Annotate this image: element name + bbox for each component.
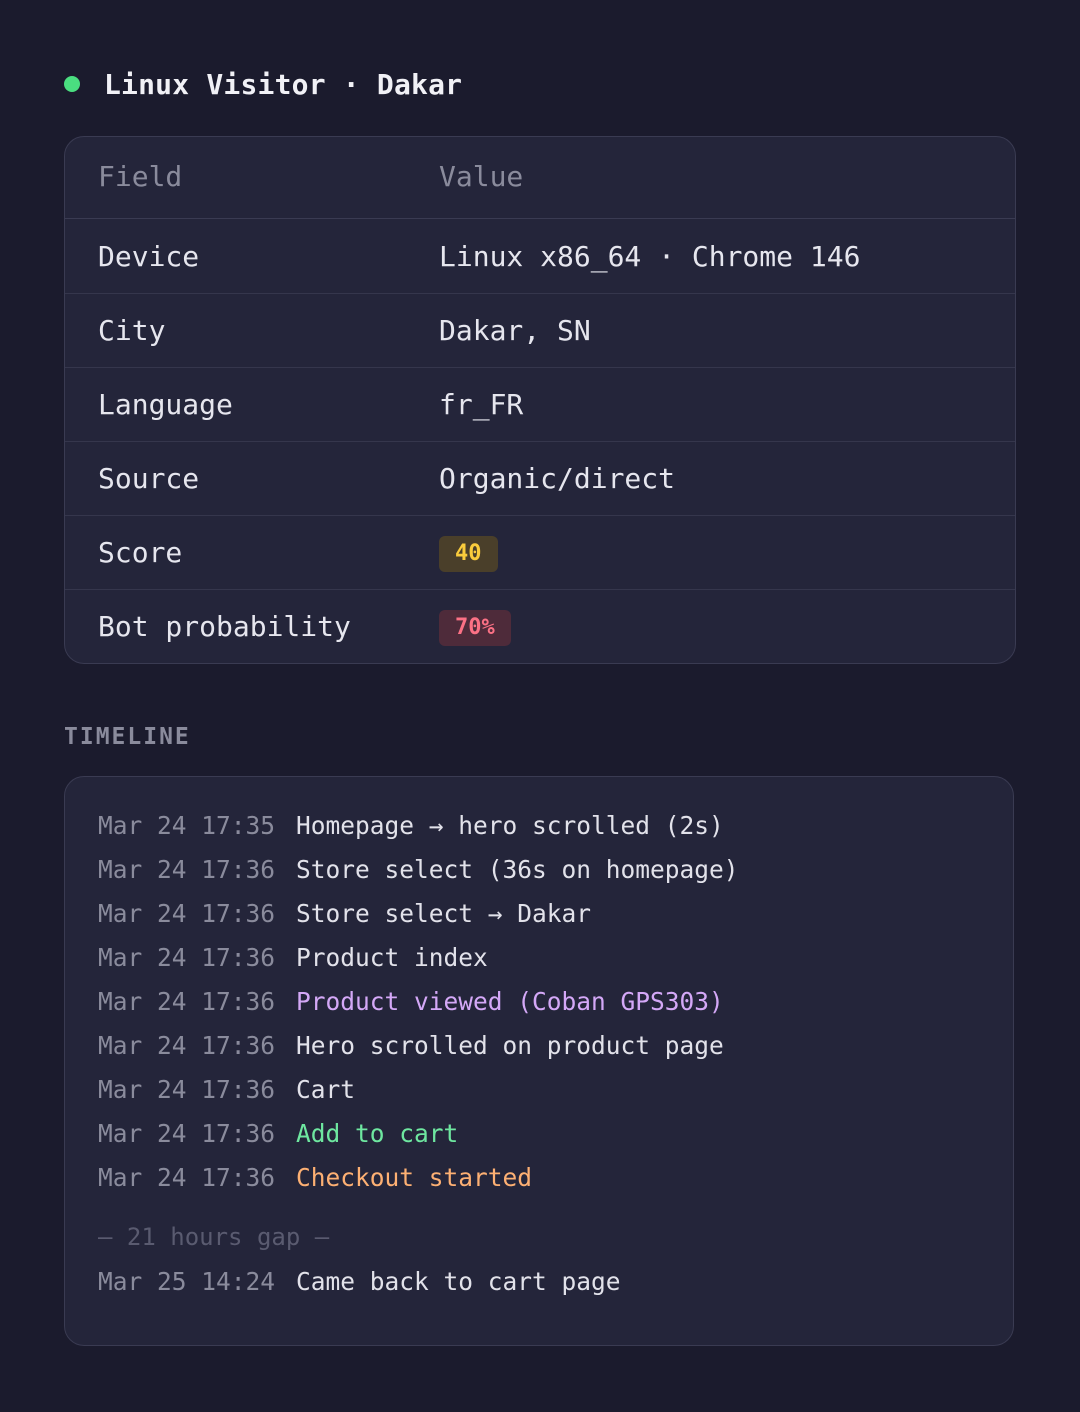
- field-label: Source: [98, 462, 200, 495]
- page-header: Linux Visitor · Dakar: [64, 62, 462, 106]
- table-row-score: Score 40: [65, 515, 1015, 589]
- field-label: Bot probability: [98, 610, 351, 643]
- event-time: Mar 24 17:36: [98, 898, 276, 928]
- field-label: City: [98, 314, 166, 347]
- table-row-bot-probability: Bot probability 70%: [65, 589, 1015, 663]
- timeline-event: Mar 24 17:35 Homepage → hero scrolled (2…: [65, 803, 1013, 847]
- timeline-event: Mar 24 17:36 Add to cart: [65, 1111, 1013, 1155]
- event-time: Mar 24 17:36: [98, 942, 276, 972]
- event-time: Mar 24 17:36: [98, 1030, 276, 1060]
- timeline-panel: Mar 24 17:35 Homepage → hero scrolled (2…: [64, 776, 1014, 1346]
- event-text: Store select (36s on homepage): [296, 854, 739, 884]
- field-value-cell: 40: [439, 534, 1015, 572]
- timeline-event: Mar 24 17:36 Store select (36s on homepa…: [65, 847, 1013, 891]
- event-time: Mar 24 17:36: [98, 854, 276, 884]
- column-header-value: Value: [439, 160, 524, 193]
- field-label: Device: [98, 239, 200, 273]
- field-value: Dakar, SN: [439, 314, 591, 347]
- table-row-city: City Dakar, SN: [65, 293, 1015, 367]
- visitor-details-table: Field Value Device Linux x86_64 · Chrome…: [64, 136, 1016, 664]
- table-row-language: Language fr_FR: [65, 367, 1015, 441]
- timeline-heading: TIMELINE: [64, 724, 191, 750]
- table-row-source: Source Organic/direct: [65, 441, 1015, 515]
- field-label: Language: [98, 388, 233, 421]
- event-time: Mar 24 17:36: [98, 1162, 276, 1192]
- field-value: Linux x86_64 · Chrome 146: [439, 239, 861, 273]
- event-text: Product index: [296, 942, 488, 972]
- event-time: Mar 24 17:36: [98, 986, 276, 1016]
- column-header-field: Field: [98, 160, 183, 193]
- score-badge: 40: [439, 535, 498, 572]
- event-text: Checkout started: [296, 1162, 533, 1192]
- page-title: Linux Visitor · Dakar: [104, 67, 463, 101]
- event-text: Product viewed (Coban GPS303): [296, 986, 724, 1016]
- field-label: Score: [98, 536, 183, 569]
- event-time: Mar 24 17:36: [98, 1118, 276, 1148]
- timeline-event: Mar 24 17:36 Hero scrolled on product pa…: [65, 1023, 1013, 1067]
- bot-probability-badge: 70%: [439, 609, 511, 646]
- timeline-event: Mar 24 17:36 Checkout started: [65, 1155, 1013, 1199]
- event-text: Store select → Dakar: [296, 898, 592, 928]
- event-time: Mar 25 14:24: [98, 1266, 276, 1296]
- online-status-dot: [64, 76, 80, 92]
- event-text: Add to cart: [296, 1118, 459, 1148]
- table-row-device: Device Linux x86_64 · Chrome 146: [65, 219, 1015, 293]
- time-gap-separator: — 21 hours gap —: [98, 1223, 330, 1251]
- event-text: Cart: [296, 1074, 356, 1104]
- field-value: Organic/direct: [439, 462, 676, 495]
- timeline-event: Mar 24 17:36 Product viewed (Coban GPS30…: [65, 979, 1013, 1023]
- table-header: Field Value: [65, 137, 1015, 219]
- event-text: Homepage → hero scrolled (2s): [296, 810, 724, 840]
- field-value-cell: 70%: [439, 608, 1015, 646]
- event-text: Came back to cart page: [296, 1266, 621, 1296]
- timeline-event: Mar 24 17:36 Product index: [65, 935, 1013, 979]
- timeline-event: Mar 24 17:36 Cart: [65, 1067, 1013, 1111]
- field-value: fr_FR: [439, 388, 524, 421]
- timeline-event: Mar 24 17:36 Store select → Dakar: [65, 891, 1013, 935]
- event-text: Hero scrolled on product page: [296, 1030, 724, 1060]
- timeline-event: Mar 25 14:24 Came back to cart page: [65, 1259, 1013, 1303]
- event-time: Mar 24 17:35: [98, 810, 276, 840]
- event-time: Mar 24 17:36: [98, 1074, 276, 1104]
